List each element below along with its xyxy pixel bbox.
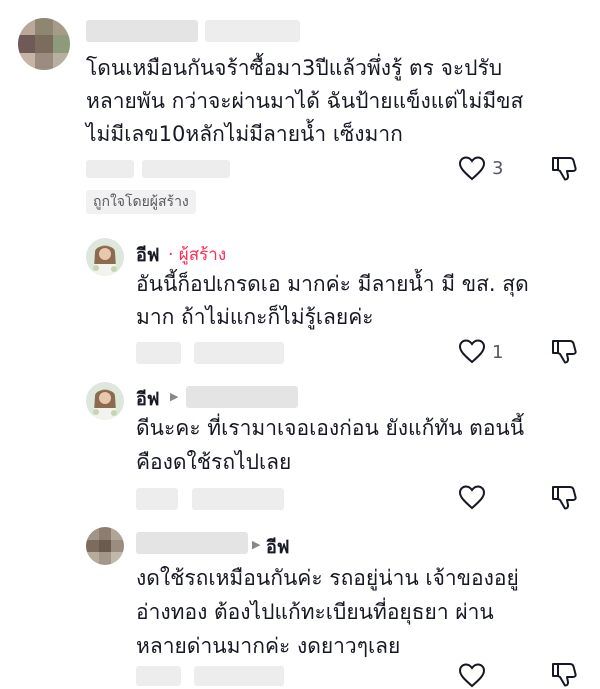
thumbs-down-icon[interactable]: [550, 660, 578, 688]
like-button[interactable]: [458, 155, 486, 181]
reply-button-redacted[interactable]: [142, 160, 230, 178]
reply-button-redacted[interactable]: [194, 666, 284, 686]
reply-target-redacted[interactable]: [186, 386, 298, 408]
comment-text-line: ดีนะคะ ที่เรามาเจอเองก่อน ยังแก้ทัน ตอนน…: [136, 416, 525, 440]
dislike-button[interactable]: [550, 483, 578, 511]
dislike-button[interactable]: [550, 154, 578, 182]
reply-button-redacted[interactable]: [194, 342, 284, 364]
timestamp-redacted: [136, 342, 181, 364]
reply-target-username[interactable]: อีฟ: [266, 532, 290, 561]
dislike-button[interactable]: [550, 337, 578, 365]
thumbs-down-icon[interactable]: [550, 483, 578, 511]
creator-label: · ผู้สร้าง: [168, 245, 227, 265]
reply-button-redacted[interactable]: [192, 488, 284, 510]
comment-text-line: อันนี้ก็อปเกรดเอ มากค่ะ มีลายน้ำ มี ขส. …: [136, 272, 529, 296]
caret-right-icon: ▶: [252, 538, 261, 551]
username[interactable]: อีฟ: [136, 240, 160, 269]
username[interactable]: อีฟ: [136, 384, 160, 413]
user-avatar[interactable]: [86, 527, 124, 565]
like-count: 1: [492, 342, 504, 363]
comment-text-line: ไม่มีเลข10หลักไม่มีลายน้ำ เซ็งมาก: [86, 122, 403, 146]
creator-avatar[interactable]: [86, 382, 124, 420]
heart-outline-icon[interactable]: [458, 662, 486, 688]
like-count: 3: [492, 158, 504, 179]
caret-right-icon: ▶: [170, 390, 179, 403]
like-button[interactable]: [458, 662, 486, 688]
timestamp-redacted: [136, 666, 181, 686]
heart-outline-icon[interactable]: [458, 155, 486, 181]
comment-text-line: งดใช้รถเหมือนกันค่ะ รถอยู่น่าน เจ้าของอย…: [136, 566, 519, 590]
heart-outline-icon[interactable]: [458, 338, 486, 364]
username-redacted[interactable]: [136, 532, 248, 554]
like-button[interactable]: [458, 484, 486, 510]
user-avatar[interactable]: [18, 18, 70, 70]
comment-text-line: อ่างทอง ต้องไปแก้ทะเบียนที่อยุธยา ผ่าน: [136, 600, 494, 624]
thumbs-down-icon[interactable]: [550, 337, 578, 365]
like-button[interactable]: [458, 338, 486, 364]
timestamp-redacted: [136, 488, 178, 510]
heart-outline-icon[interactable]: [458, 484, 486, 510]
comment-text-line: หลายด่านมากค่ะ งดยาวๆเลย: [136, 634, 401, 658]
comment-text-line: โดนเหมือนกันจร้าซื้อมา3ปีแล้วพึ่งรู้ ตร …: [86, 56, 503, 80]
comment-text-line: คืองดใช้รถไปเลย: [136, 450, 292, 474]
username-redacted: [205, 20, 300, 42]
comment-text-line: มาก ถ้าไม่แกะก็ไม่รู้เลยค่ะ: [136, 305, 374, 329]
creator-avatar[interactable]: [86, 238, 124, 276]
thumbs-down-icon[interactable]: [550, 154, 578, 182]
liked-by-creator-badge: ถูกใจโดยผู้สร้าง: [86, 190, 196, 214]
dislike-button[interactable]: [550, 660, 578, 688]
username-redacted[interactable]: [86, 20, 198, 42]
timestamp-redacted: [86, 160, 134, 178]
comment-text-line: หลายพัน กว่าจะผ่านมาได้ ฉันป้ายแข็งแต่ไม…: [86, 89, 524, 113]
